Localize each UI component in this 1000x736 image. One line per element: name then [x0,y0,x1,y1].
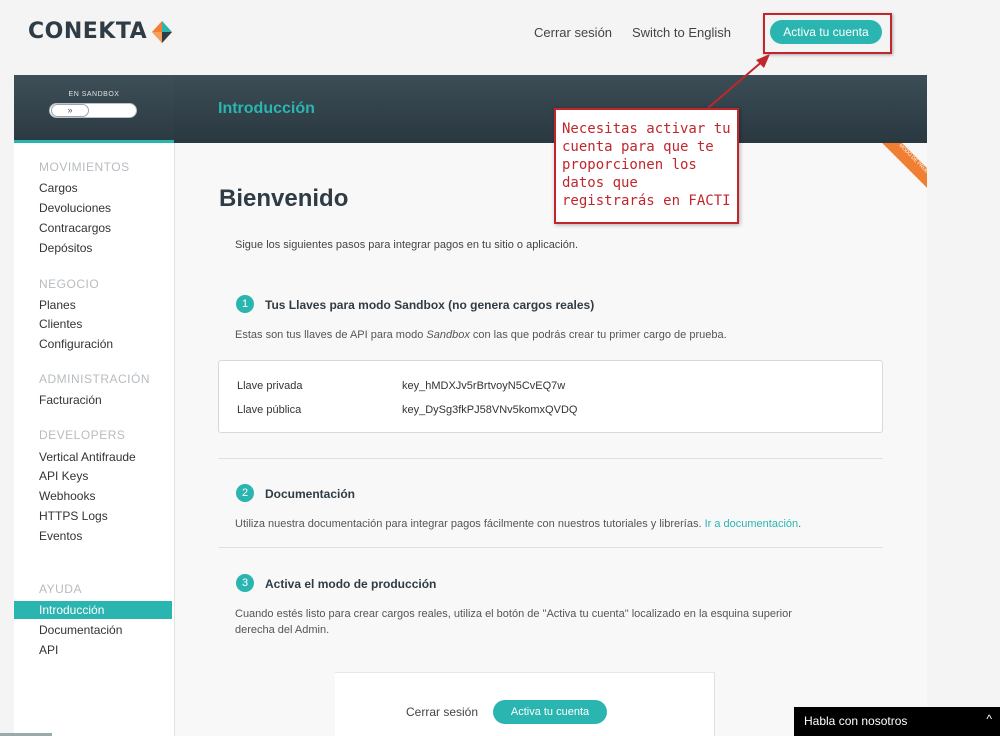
ribbon-label: MODO DE PRUEBA [879,143,927,193]
sidebar-section-developers: DEVELOPERS [39,428,126,442]
annotation-highlight-box [763,13,892,54]
step-3-description-line1: Cuando estés listo para crear cargos rea… [235,608,792,620]
logo-text: CONEKTA [28,19,148,44]
callout-line: proporcionen los [562,157,697,173]
public-key-label: Llave pública [237,404,302,416]
chevron-up-icon[interactable]: ^ [986,712,992,726]
sidebar-item-devoluciones[interactable]: Devoluciones [39,201,111,215]
step-1-description: Estas son tus llaves de API para modo Sa… [235,329,727,341]
divider [218,547,883,548]
step-2-description: Utiliza nuestra documentación para integ… [235,518,802,530]
callout-line: registrarás en FACTI [562,193,731,209]
conekta-logo[interactable]: CONEKTA [28,19,173,44]
page-title: Introducción [218,100,315,117]
step-2-number: 2 [236,484,254,502]
top-bar: CONEKTA Cerrar sesión Switch to English … [0,0,1000,66]
sidebar-item-vertical-antifraude[interactable]: Vertical Antifraude [39,450,136,464]
intro-text: Sigue los siguientes pasos para integrar… [235,239,579,251]
switch-language-link[interactable]: Switch to English [632,25,731,40]
sidebar-section-negocio: NEGOCIO [39,277,100,291]
sidebar-item-https-logs[interactable]: HTTPS Logs [39,509,108,523]
chat-label: Habla con nosotros [804,714,908,728]
main-content: MODO DE PRUEBA Bienvenido Sigue los sigu… [174,143,927,736]
annotation-callout: Necesitas activar tu cuenta para que te … [554,108,739,224]
sidebar-item-contracargos[interactable]: Contracargos [39,221,111,235]
sandbox-panel: EN SANDBOX » [14,75,174,143]
step-2-desc-text: Utiliza nuestra documentación para integ… [235,518,702,530]
public-key-value[interactable]: key_DySg3fkPJ58VNv5komxQVDQ [402,404,577,416]
sandbox-label: EN SANDBOX [68,91,120,98]
welcome-heading: Bienvenido [219,185,349,212]
page-header: Introducción [174,75,927,143]
sidebar-item-facturacion[interactable]: Facturación [39,393,102,407]
step-1-desc-start: Estas son tus llaves de API para modo [235,329,427,341]
step-3-title: Activa el modo de producción [265,577,437,591]
api-keys-box: Llave privada key_hMDXJv5rBrtvoyN5CvEQ7w… [218,360,883,433]
sidebar-section-administracion: ADMINISTRACIÓN [39,372,151,386]
bottom-logout-link[interactable]: Cerrar sesión [406,705,478,719]
sidebar-item-clientes[interactable]: Clientes [39,317,82,331]
step-3-number: 3 [236,574,254,592]
documentation-link[interactable]: Ir a documentación [705,518,799,530]
logout-link[interactable]: Cerrar sesión [534,25,612,40]
sidebar-item-api-keys[interactable]: API Keys [39,469,88,483]
sidebar-item-documentacion[interactable]: Documentación [39,623,122,637]
sidebar-item-label: Introducción [39,603,105,617]
step-2-title: Documentación [265,487,356,501]
sidebar-item-api[interactable]: API [39,643,58,657]
sandbox-toggle[interactable]: » [49,103,137,118]
step-3-description-line2: derecha del Admin. [235,624,330,636]
toggle-knob-icon[interactable]: » [51,104,89,117]
private-key-value[interactable]: key_hMDXJv5rBrtvoyN5CvEQ7w [402,380,565,392]
admin-frame: EN SANDBOX » Introducción MOVIMIENTOS Ca… [14,75,927,736]
callout-line: Necesitas activar tu [562,121,731,137]
sidebar-section-ayuda: AYUDA [39,582,82,596]
sidebar-item-webhooks[interactable]: Webhooks [39,489,95,503]
sidebar-item-configuracion[interactable]: Configuración [39,337,113,351]
sidebar-item-depositos[interactable]: Depósitos [39,241,92,255]
divider [218,458,883,459]
step-1-desc-end: con las que podrás crear tu primer cargo… [469,329,727,341]
sidebar-item-introduccion[interactable]: Introducción [14,601,172,619]
callout-line: cuenta para que te [562,139,714,155]
sidebar-item-cargos[interactable]: Cargos [39,181,78,195]
step-1-desc-emphasis: Sandbox [426,329,470,341]
test-mode-ribbon: MODO DE PRUEBA [877,143,927,193]
callout-line: datos que [562,175,638,191]
step-1-title: Tus Llaves para modo Sandbox (no genera … [265,298,595,312]
chat-widget[interactable]: Habla con nosotros ^ [794,707,1000,736]
bottom-activate-button[interactable]: Activa tu cuenta [493,700,607,724]
sidebar: MOVIMIENTOS Cargos Devoluciones Contraca… [14,143,174,736]
sidebar-section-movimientos: MOVIMIENTOS [39,160,130,174]
sidebar-item-eventos[interactable]: Eventos [39,529,82,543]
step-1-number: 1 [236,295,254,313]
sidebar-item-planes[interactable]: Planes [39,298,76,312]
private-key-label: Llave privada [237,380,303,392]
logo-mark-icon [152,20,173,43]
